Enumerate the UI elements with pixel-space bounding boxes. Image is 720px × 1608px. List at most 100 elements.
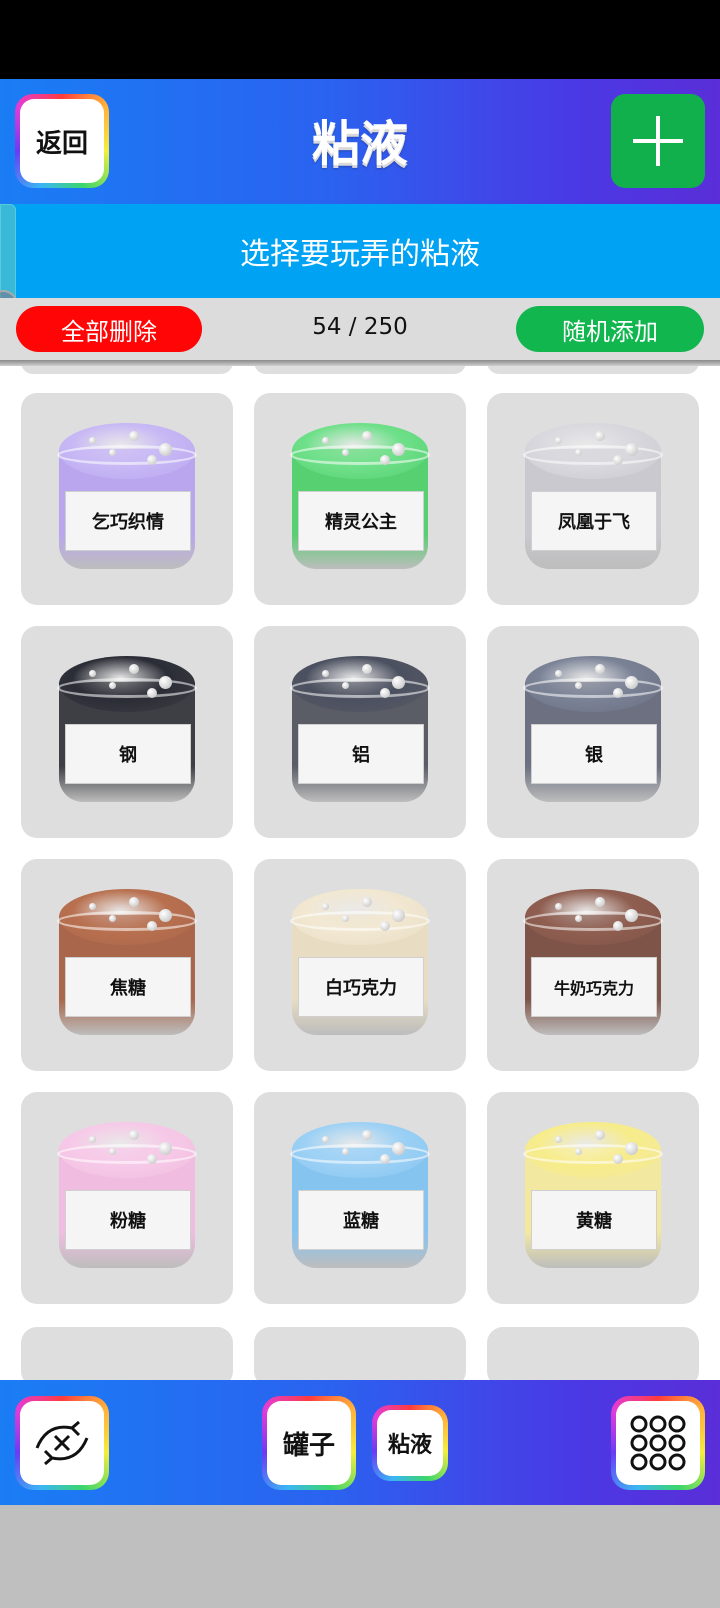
random-add-button[interactable]: 随机添加: [516, 306, 704, 352]
status-bar: [0, 0, 720, 79]
topping-bead: [109, 682, 116, 689]
jar-rim: [290, 445, 430, 465]
topping-bead: [595, 664, 605, 674]
topping-bead: [147, 921, 157, 931]
page-title: 粘液: [311, 116, 408, 172]
topping-bead: [109, 449, 116, 456]
jar-rim: [57, 678, 197, 698]
subheader-text: 选择要玩弄的粘液: [240, 237, 480, 272]
topping-bead: [575, 682, 582, 689]
topping-bead: [109, 915, 116, 922]
topping-bead: [147, 455, 157, 465]
topping-bead: [625, 1142, 638, 1155]
jar-button[interactable]: 罐子: [262, 1396, 356, 1490]
topping-bead: [613, 455, 623, 465]
cycle-reset-svg: [35, 1420, 89, 1466]
back-button[interactable]: 返回: [15, 94, 109, 188]
topping-bead: [392, 443, 405, 456]
grid-dots-icon: [616, 1401, 700, 1485]
slime-jar-image: 黄糖: [523, 1122, 663, 1282]
topping-bead: [159, 909, 172, 922]
topping-bead: [555, 903, 562, 910]
slime-card-partial[interactable]: [21, 1327, 233, 1380]
topping-bead: [159, 676, 172, 689]
slime-jar-image: 焦糖: [57, 889, 197, 1049]
topping-bead: [89, 903, 96, 910]
jar-rim: [57, 1144, 197, 1164]
slime-jar-image: 精灵公主: [290, 423, 430, 583]
slime-label: 粘液: [377, 1410, 443, 1476]
topping-bead: [575, 915, 582, 922]
topping-bead: [342, 682, 349, 689]
topping-bead: [322, 903, 329, 910]
jar-rim: [290, 678, 430, 698]
grid-dots-svg: [630, 1415, 686, 1471]
slime-card[interactable]: 牛奶巧克力: [487, 859, 699, 1071]
jar-rim: [523, 445, 663, 465]
slime-name-label: 铝: [298, 724, 424, 784]
topping-bead: [89, 437, 96, 444]
slime-card[interactable]: 黄糖: [487, 1092, 699, 1304]
topping-bead: [362, 664, 372, 674]
reset-button[interactable]: [15, 1396, 109, 1490]
topping-bead: [342, 1148, 349, 1155]
slime-name-label: 牛奶巧克力: [531, 957, 657, 1017]
slime-jar-image: 牛奶巧克力: [523, 889, 663, 1049]
grid-menu-button[interactable]: [611, 1396, 705, 1490]
topping-bead: [159, 443, 172, 456]
slime-card[interactable]: 粉糖: [21, 1092, 233, 1304]
slime-card[interactable]: 蓝糖: [254, 1092, 466, 1304]
topping-bead: [362, 431, 372, 441]
topping-bead: [380, 1154, 390, 1164]
slime-name-label: 钢: [65, 724, 191, 784]
topping-bead: [613, 688, 623, 698]
topping-bead: [159, 1142, 172, 1155]
topping-bead: [322, 1136, 329, 1143]
delete-all-button[interactable]: 全部删除: [16, 306, 202, 352]
slime-card[interactable]: 焦糖: [21, 859, 233, 1071]
topping-bead: [392, 1142, 405, 1155]
subheader-banner: 选择要玩弄的粘液: [0, 204, 720, 298]
jar-rim: [523, 911, 663, 931]
slime-card[interactable]: 精灵公主: [254, 393, 466, 605]
slime-card-partial[interactable]: [254, 1327, 466, 1380]
topping-bead: [380, 688, 390, 698]
slime-card[interactable]: 钢: [21, 626, 233, 838]
slime-name-label: 粉糖: [65, 1190, 191, 1250]
slime-jar-image: 铝: [290, 656, 430, 816]
slime-card[interactable]: 白巧克力: [254, 859, 466, 1071]
cycle-reset-icon: [20, 1401, 104, 1485]
topping-bead: [362, 1130, 372, 1140]
slime-jar-image: 银: [523, 656, 663, 816]
slime-card-partial[interactable]: [487, 1327, 699, 1380]
slime-card[interactable]: 凤凰于飞: [487, 393, 699, 605]
jar-rim: [523, 678, 663, 698]
topping-bead: [595, 1130, 605, 1140]
slime-button[interactable]: 粘液: [372, 1405, 448, 1481]
slime-jar-image: 粉糖: [57, 1122, 197, 1282]
topping-bead: [322, 437, 329, 444]
slime-counter: 54 / 250: [312, 314, 408, 340]
plus-icon[interactable]: [611, 94, 705, 188]
topping-bead: [555, 1136, 562, 1143]
topping-bead: [380, 455, 390, 465]
slime-card[interactable]: 铝: [254, 626, 466, 838]
topping-bead: [147, 688, 157, 698]
slime-jar-image: 蓝糖: [290, 1122, 430, 1282]
topping-bead: [613, 1154, 623, 1164]
topping-bead: [625, 909, 638, 922]
topping-bead: [575, 449, 582, 456]
slime-name-label: 精灵公主: [298, 491, 424, 551]
slime-name-label: 白巧克力: [298, 957, 424, 1017]
jar-rim: [57, 911, 197, 931]
slime-jar-image: 白巧克力: [290, 889, 430, 1049]
topping-bead: [613, 921, 623, 931]
system-nav-area: [0, 1505, 720, 1608]
slime-card[interactable]: 银: [487, 626, 699, 838]
topping-bead: [625, 443, 638, 456]
jar-label: 罐子: [267, 1401, 351, 1485]
jar-rim: [290, 911, 430, 931]
topping-bead: [595, 897, 605, 907]
slime-card[interactable]: 乞巧织情: [21, 393, 233, 605]
toolbar-shadow: [0, 360, 720, 366]
